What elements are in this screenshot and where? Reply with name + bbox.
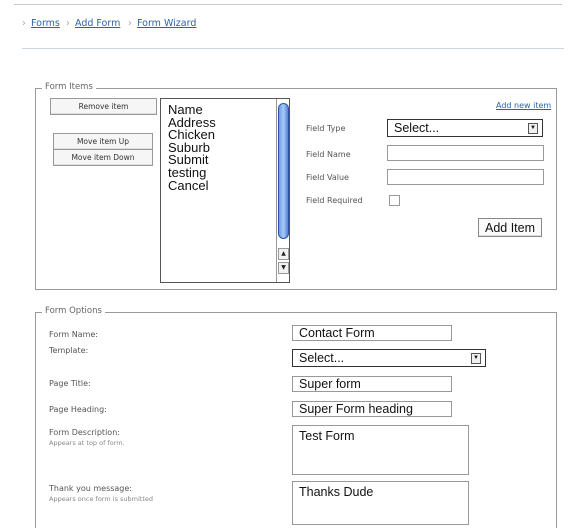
breadcrumb-add-form-link[interactable]: Add Form bbox=[75, 18, 120, 29]
page-heading-input[interactable]: Super Form heading bbox=[292, 401, 452, 417]
breadcrumb-forms-link[interactable]: Forms bbox=[31, 18, 60, 29]
template-label: Template: bbox=[49, 346, 89, 355]
breadcrumb-separator: › bbox=[66, 18, 70, 29]
breadcrumb: › Forms › Add Form › Form Wizard bbox=[22, 8, 564, 49]
move-item-down-button[interactable]: Move item Down bbox=[53, 149, 153, 166]
scroll-up-arrow-icon[interactable]: ▲ bbox=[278, 248, 289, 260]
page-title-input[interactable]: Super form bbox=[292, 376, 452, 392]
chevron-down-icon: ▼ bbox=[471, 353, 481, 364]
field-value-label: Field Value bbox=[306, 173, 349, 182]
scroll-down-arrow-icon[interactable]: ▼ bbox=[278, 262, 289, 274]
move-item-up-button[interactable]: Move item Up bbox=[53, 133, 153, 150]
field-name-label: Field Name bbox=[306, 150, 351, 159]
thank-you-message-textarea[interactable]: Thanks Dude bbox=[292, 481, 469, 525]
form-description-label: Form Description: bbox=[49, 428, 120, 437]
list-item[interactable]: Name bbox=[161, 99, 289, 117]
remove-item-button[interactable]: Remove item bbox=[50, 98, 157, 115]
form-name-input[interactable]: Contact Form bbox=[292, 325, 452, 341]
form-items-listbox[interactable]: Name Address Chicken Suburb Submit testi… bbox=[160, 98, 290, 283]
page-title-label: Page Title: bbox=[49, 379, 91, 388]
top-divider bbox=[14, 4, 562, 5]
list-item[interactable]: Cancel bbox=[161, 179, 289, 193]
form-name-label: Form Name: bbox=[49, 330, 98, 339]
scrollbar-thumb[interactable] bbox=[278, 103, 289, 239]
field-type-value: Select... bbox=[394, 121, 440, 135]
field-type-label: Field Type bbox=[306, 124, 346, 133]
add-new-item-link[interactable]: Add new item bbox=[496, 101, 551, 110]
template-value: Select... bbox=[299, 351, 345, 365]
breadcrumb-separator: › bbox=[22, 18, 26, 29]
field-required-label: Field Required bbox=[306, 196, 363, 205]
add-item-button[interactable]: Add Item bbox=[478, 218, 542, 237]
breadcrumb-form-wizard-link[interactable]: Form Wizard bbox=[137, 18, 196, 29]
chevron-down-icon: ▼ bbox=[528, 123, 538, 134]
field-type-select[interactable]: Select... ▼ bbox=[387, 119, 543, 137]
thank-you-message-hint: Appears once form is submitted bbox=[49, 495, 154, 503]
form-options-legend: Form Options bbox=[42, 306, 105, 316]
form-description-textarea[interactable]: Test Form bbox=[292, 425, 469, 475]
template-select[interactable]: Select... ▼ bbox=[292, 349, 486, 367]
form-description-hint: Appears at top of form. bbox=[49, 439, 125, 447]
thank-you-message-label: Thank you message: bbox=[49, 484, 132, 493]
field-name-input[interactable] bbox=[387, 145, 544, 161]
listbox-scrollbar[interactable]: ▲ ▼ bbox=[276, 99, 289, 282]
field-required-checkbox[interactable] bbox=[389, 195, 400, 206]
form-items-legend: Form Items bbox=[42, 82, 96, 92]
field-value-input[interactable] bbox=[387, 169, 544, 185]
page-heading-label: Page Heading: bbox=[49, 405, 107, 414]
breadcrumb-separator: › bbox=[128, 18, 132, 29]
